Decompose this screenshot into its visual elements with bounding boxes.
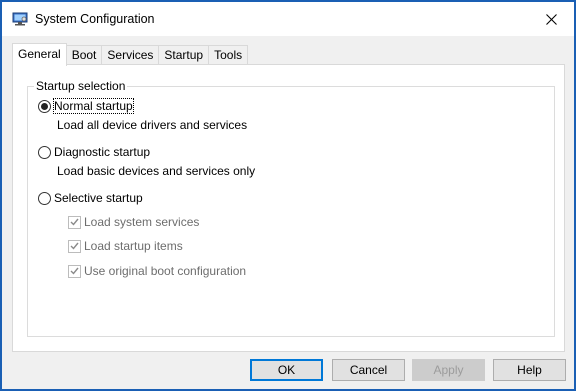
load-startup-items-checkbox[interactable] bbox=[68, 239, 81, 253]
load-system-services-checkbox[interactable] bbox=[68, 215, 81, 229]
normal-startup-option[interactable]: Normal startup bbox=[38, 98, 134, 114]
normal-startup-radio[interactable] bbox=[38, 99, 51, 113]
selective-startup-radio[interactable] bbox=[38, 191, 51, 205]
close-icon bbox=[545, 13, 557, 25]
load-system-services-label: Load system services bbox=[84, 215, 200, 229]
close-button[interactable] bbox=[528, 2, 574, 36]
cancel-button[interactable]: Cancel bbox=[332, 359, 405, 381]
selective-startup-option[interactable]: Selective startup bbox=[38, 190, 143, 206]
tab-strip: General Boot Services Startup Tools bbox=[12, 43, 249, 66]
diagnostic-startup-option[interactable]: Diagnostic startup bbox=[38, 144, 150, 160]
normal-startup-description: Load all device drivers and services bbox=[57, 118, 248, 132]
use-original-boot-configuration-checkbox[interactable] bbox=[68, 264, 81, 278]
tab-tools[interactable]: Tools bbox=[208, 45, 249, 66]
window-title: System Configuration bbox=[35, 12, 155, 26]
load-system-services-option[interactable]: Load system services bbox=[68, 214, 199, 230]
help-button[interactable]: Help bbox=[493, 359, 566, 381]
normal-startup-label[interactable]: Normal startup bbox=[53, 98, 134, 114]
selective-startup-label[interactable]: Selective startup bbox=[54, 191, 143, 205]
general-tab-panel: Startup selection Normal startup Load al… bbox=[12, 64, 565, 352]
tab-startup[interactable]: Startup bbox=[158, 45, 210, 66]
startup-selection-legend: Startup selection bbox=[34, 79, 128, 93]
tab-general[interactable]: General bbox=[12, 43, 67, 66]
checkmark-icon bbox=[70, 267, 79, 275]
system-configuration-icon bbox=[12, 12, 28, 26]
checkmark-icon bbox=[70, 242, 79, 250]
diagnostic-startup-label[interactable]: Diagnostic startup bbox=[54, 145, 150, 159]
diagnostic-startup-description: Load basic devices and services only bbox=[57, 164, 256, 178]
tab-boot[interactable]: Boot bbox=[65, 45, 103, 66]
checkmark-icon bbox=[70, 218, 79, 226]
load-startup-items-label: Load startup items bbox=[84, 239, 183, 253]
system-configuration-window: System Configuration General Boot Servic… bbox=[0, 0, 576, 391]
use-original-boot-configuration-option[interactable]: Use original boot configuration bbox=[68, 263, 246, 279]
diagnostic-startup-radio[interactable] bbox=[38, 145, 51, 159]
use-original-boot-configuration-label: Use original boot configuration bbox=[84, 264, 247, 278]
apply-button[interactable]: Apply bbox=[412, 359, 485, 381]
load-startup-items-option[interactable]: Load startup items bbox=[68, 238, 183, 254]
tab-services[interactable]: Services bbox=[101, 45, 160, 66]
title-bar[interactable]: System Configuration bbox=[2, 2, 574, 36]
ok-button[interactable]: OK bbox=[250, 359, 323, 381]
